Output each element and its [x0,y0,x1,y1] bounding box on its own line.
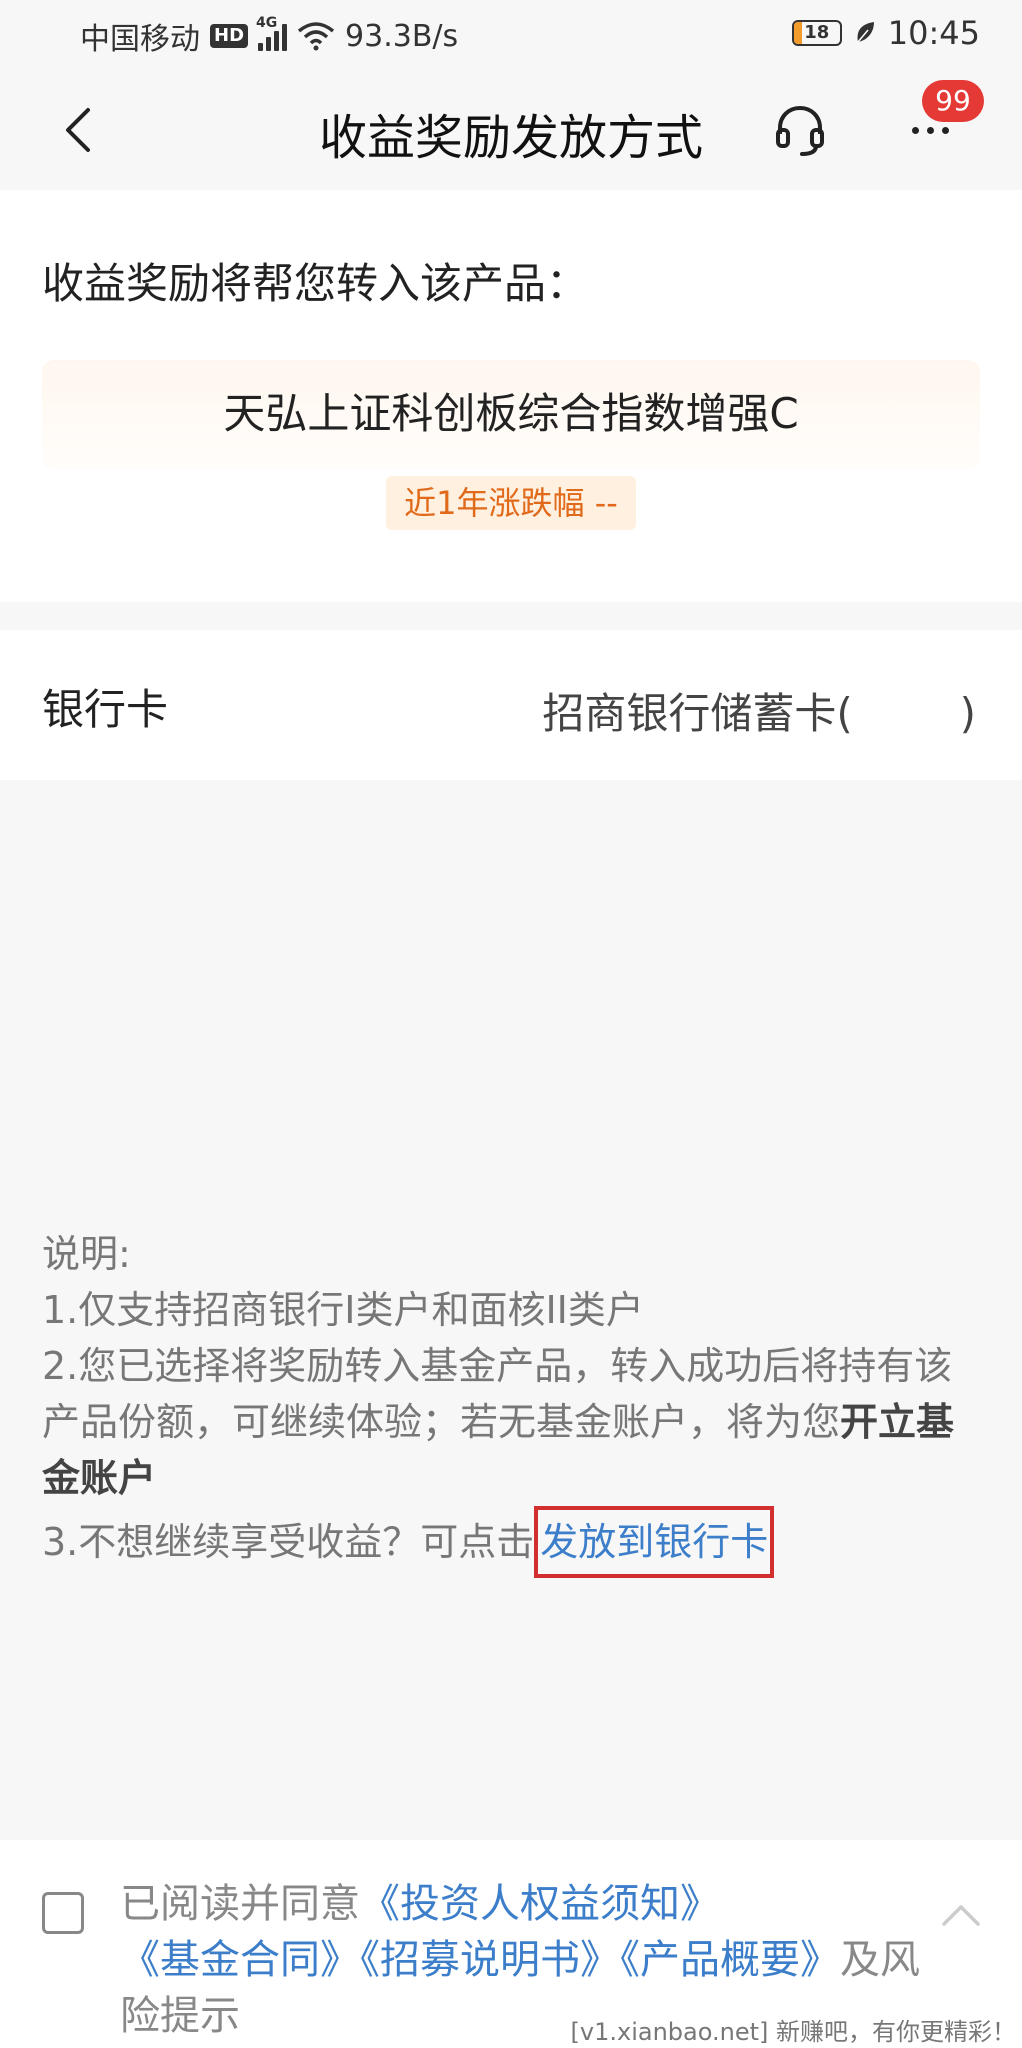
notification-badge: 99 [922,80,984,122]
battery-icon: 18 [791,20,842,46]
status-bar: 中国移动 HD 4G 93.3B/s 18 10:45 [0,0,1022,70]
clock: 10:45 [887,14,980,52]
hd-badge: HD [210,24,249,48]
instruction-3-text: 3.不想继续享受收益？可点击 [42,1520,535,1564]
instruction-2-text: 2.您已选择将奖励转入基金产品，转入成功后将持有该产品份额，可继续体验；若无基金… [42,1344,953,1444]
prospectus-link[interactable]: 《招募说明书》 [360,1937,620,1983]
wifi-icon [297,22,335,51]
bank-card-value: 招商银行储蓄卡( ) [542,689,976,738]
navigation-header: 收益奖励发放方式 99 [0,70,1022,190]
page-title: 收益奖励发放方式 [318,110,703,166]
bank-card-label: 银行卡 [42,685,169,734]
instruction-2: 2.您已选择将奖励转入基金产品，转入成功后将持有该产品份额，可继续体验；若无基金… [42,1338,982,1506]
customer-service-icon[interactable] [770,100,830,160]
battery-level: 18 [804,22,830,43]
product-intro: 收益奖励将帮您转入该产品： [42,259,589,308]
bank-card-row[interactable]: 银行卡 招商银行储蓄卡( ) [0,630,1022,780]
network-type: 4G [256,15,278,31]
instruction-1: 1.仅支持招商银行I类户和面核II类户 [42,1288,644,1332]
status-left: 中国移动 HD 4G 93.3B/s [80,14,458,58]
instructions: 说明: 1.仅支持招商银行I类户和面核II类户 2.您已选择将奖励转入基金产品，… [42,1226,982,1578]
leaf-icon [857,22,874,43]
agreement-prefix: 已阅读并同意 [120,1881,360,1927]
agreement-checkbox[interactable] [42,1892,84,1934]
network-speed: 93.3B/s [345,18,459,54]
signal-icon: 4G [256,15,288,51]
instruction-3: 3.不想继续享受收益？可点击 发放到银行卡 [42,1506,982,1578]
fund-contract-link[interactable]: 《基金合同》 [120,1937,360,1983]
chevron-up-icon[interactable] [938,1892,984,1938]
product-name: 天弘上证科创板综合指数增强C [223,389,799,438]
growth-tag: 近1年涨跌幅 -- [386,476,636,530]
instructions-title: 说明: [42,1232,131,1276]
agreement-bar: 已阅读并同意《投资人权益须知》《基金合同》《招募说明书》《产品概要》及风险提示 … [0,1840,1022,2048]
product-card[interactable]: 天弘上证科创板综合指数增强C [42,360,980,470]
status-right: 18 10:45 [791,14,980,52]
watermark: [v1.xianbao.net] 新赚吧，有你更精彩！ [570,2018,1016,2046]
product-summary-link[interactable]: 《产品概要》 [620,1937,840,1983]
product-section: 收益奖励将帮您转入该产品： 天弘上证科创板综合指数增强C 近1年涨跌幅 -- [0,190,1022,602]
send-to-bank-card-link[interactable]: 发放到银行卡 [534,1506,775,1578]
carrier-name: 中国移动 [80,22,200,57]
investor-rights-link[interactable]: 《投资人权益须知》 [360,1881,720,1927]
